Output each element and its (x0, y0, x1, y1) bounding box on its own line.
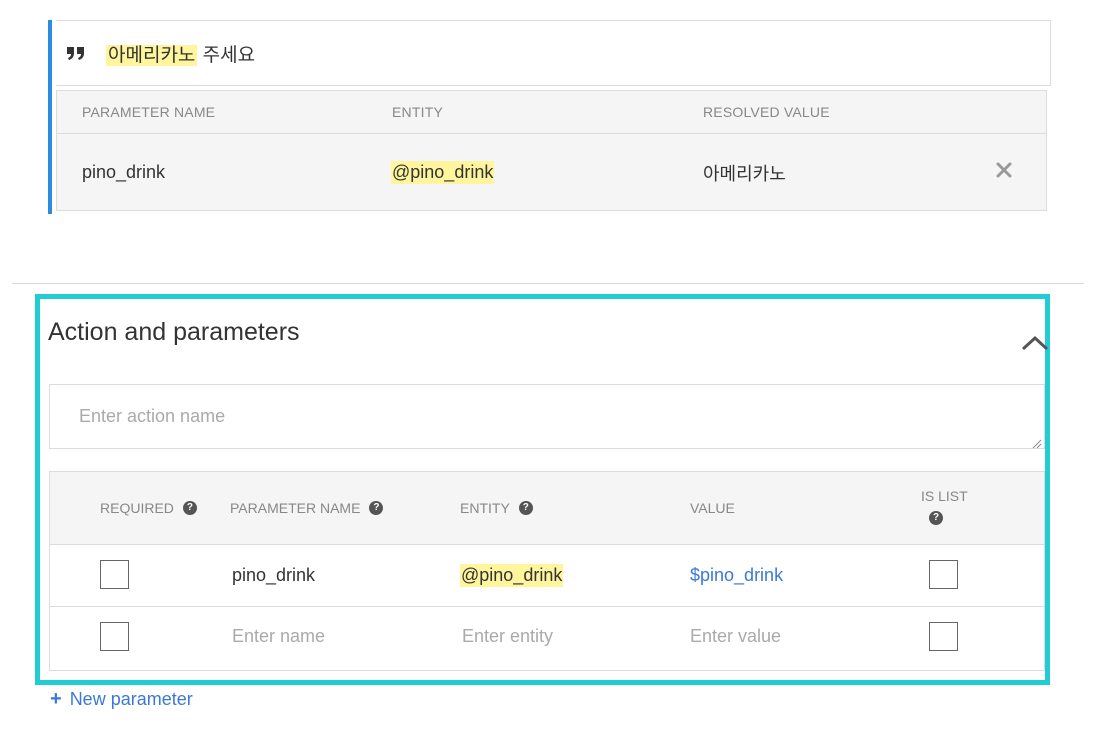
close-icon[interactable] (993, 159, 1015, 181)
value-input[interactable] (690, 623, 870, 649)
resolved-value[interactable]: 아메리카노 (703, 160, 786, 186)
parameter-name-input[interactable] (232, 623, 412, 649)
help-icon[interactable]: ? (518, 501, 533, 515)
help-icon[interactable]: ? (182, 501, 197, 515)
header-entity-label: ENTITY (460, 500, 510, 516)
resize-grip-icon[interactable] (1032, 436, 1042, 449)
parameter-name-cell[interactable]: pino_drink (232, 565, 315, 586)
action-and-parameters-section: Action and parameters REQUIRED ? PARAMET… (35, 294, 1050, 685)
new-parameter-label: New parameter (69, 689, 193, 709)
empty-parameter-row (50, 607, 1044, 669)
header-value: VALUE (690, 500, 735, 516)
parameters-table-header: REQUIRED ? PARAMETER NAME ? ENTITY ? VAL… (50, 472, 1044, 545)
header-entity: ENTITY ? (460, 500, 533, 516)
header-entity: ENTITY (392, 104, 443, 120)
parameter-row: pino_drink @pino_drink $pino_drink (50, 545, 1044, 607)
help-icon[interactable]: ? (369, 501, 384, 515)
is-list-checkbox[interactable] (929, 622, 958, 651)
resolution-table: PARAMETER NAME ENTITY RESOLVED VALUE pin… (56, 90, 1047, 211)
training-phrase-text[interactable]: 아메리카노 주세요 (106, 40, 255, 67)
header-parameter-name: PARAMETER NAME (82, 104, 216, 120)
quote-icon (66, 43, 90, 63)
header-required: REQUIRED ? (100, 500, 197, 516)
resolved-parameter-name: pino_drink (82, 162, 166, 182)
training-phrase-card: 아메리카노 주세요 PARAMETER NAME ENTITY RESOLVED… (48, 20, 1051, 214)
header-is-list-label: IS LIST (921, 488, 968, 504)
header-resolved-value: RESOLVED VALUE (703, 104, 830, 120)
parameters-table: REQUIRED ? PARAMETER NAME ? ENTITY ? VAL… (49, 471, 1045, 671)
required-checkbox[interactable] (100, 622, 129, 651)
resolved-entity[interactable]: @pino_drink (391, 161, 495, 184)
header-parameter-name: PARAMETER NAME ? (230, 500, 384, 516)
required-checkbox[interactable] (100, 560, 129, 589)
chevron-up-icon[interactable] (1020, 333, 1050, 353)
resolution-table-header: PARAMETER NAME ENTITY RESOLVED VALUE (57, 91, 1046, 134)
new-parameter-button[interactable]: + New parameter (50, 688, 193, 711)
header-parameter-name-label: PARAMETER NAME (230, 500, 361, 516)
header-required-label: REQUIRED (100, 500, 174, 516)
plus-icon: + (50, 688, 62, 710)
value-cell[interactable]: $pino_drink (690, 565, 783, 586)
training-phrase-row[interactable]: 아메리카노 주세요 (56, 20, 1051, 86)
phrase-plain-text: 주세요 (197, 44, 256, 66)
entity-input[interactable] (462, 623, 642, 649)
phrase-annotation-highlight[interactable]: 아메리카노 (106, 44, 198, 66)
header-value-label: VALUE (690, 500, 735, 516)
section-divider (12, 283, 1084, 284)
entity-cell[interactable]: @pino_drink (460, 564, 564, 587)
action-name-input[interactable] (49, 384, 1045, 449)
is-list-checkbox[interactable] (929, 560, 958, 589)
section-title: Action and parameters (48, 318, 300, 346)
header-is-list: IS LIST ? (921, 488, 968, 525)
help-icon[interactable]: ? (929, 511, 943, 525)
